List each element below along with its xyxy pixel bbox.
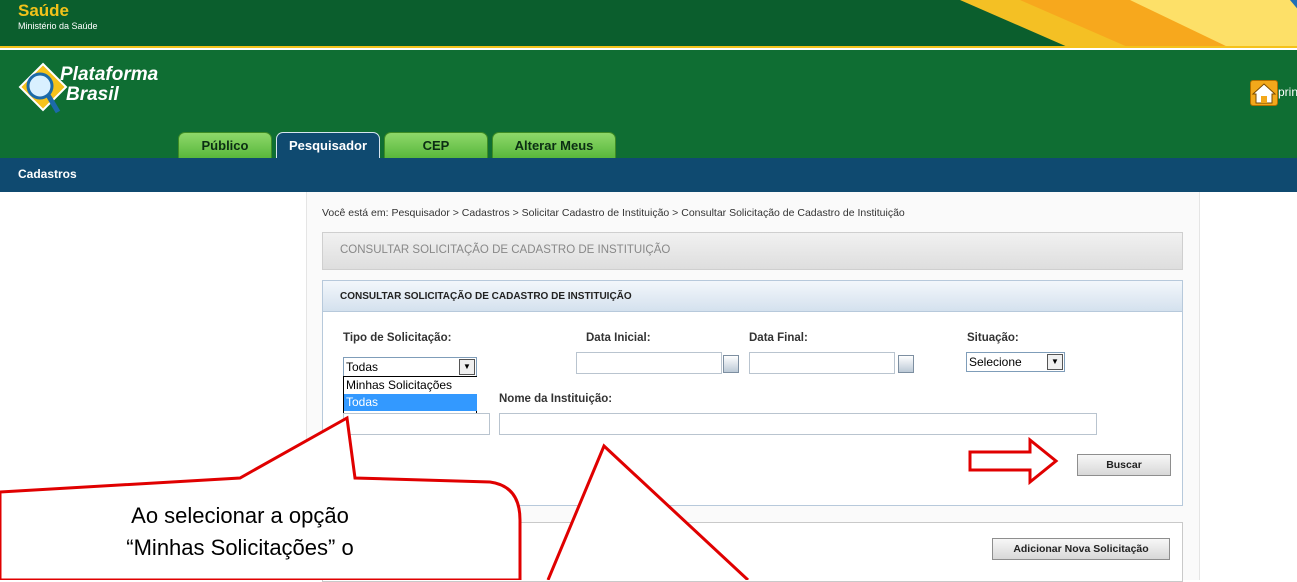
annotation-overlay <box>0 415 1059 580</box>
annotation-text: Ao selecionar a opção “Minhas Solicitaçõ… <box>70 500 410 564</box>
annotation-line2: “Minhas Solicitações” o <box>126 535 354 560</box>
annotation-line1: Ao selecionar a opção <box>131 503 349 528</box>
